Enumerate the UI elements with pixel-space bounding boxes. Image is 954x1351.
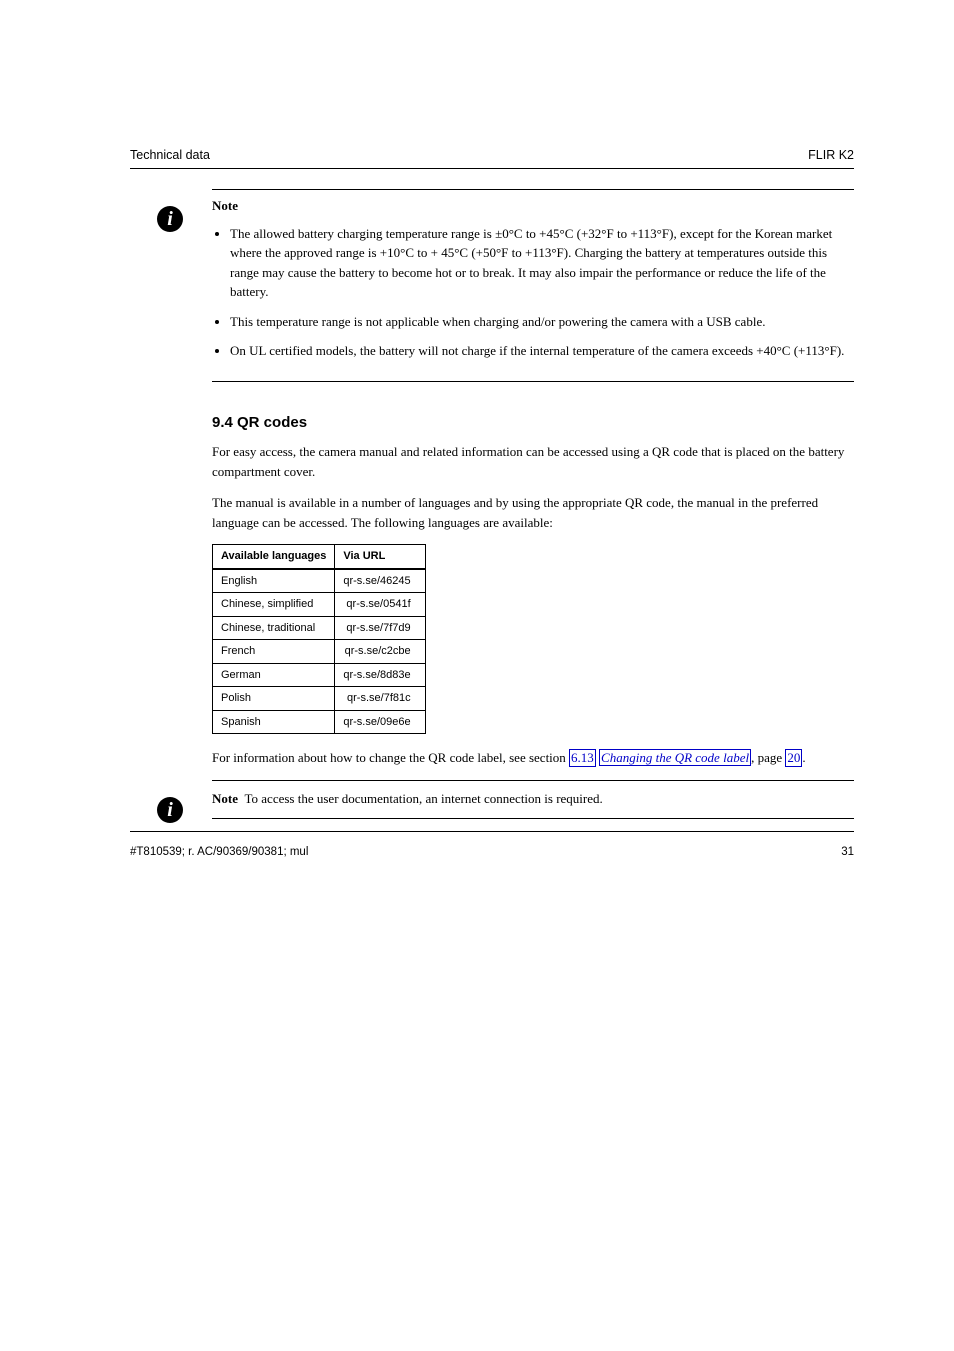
info-icon: i (157, 797, 183, 823)
note-list-item: On UL certified models, the battery will… (230, 341, 854, 361)
table-cell-language: English (213, 569, 335, 593)
page-ref-link[interactable]: 20 (785, 749, 802, 767)
table-row: Spanishqr-s.se/09e6e (213, 710, 426, 734)
footer-rule (130, 831, 854, 832)
page-footer: #T810539; r. AC/90369/90381; mul 31 (130, 842, 854, 858)
table-header-languages: Available languages (213, 545, 335, 569)
section-intro: For easy access, the camera manual and r… (212, 442, 854, 481)
info-icon: i (157, 206, 183, 232)
table-row: Germanqr-s.se/8d83e (213, 663, 426, 687)
xref-suffix: . (802, 750, 805, 765)
note-list: The allowed battery charging temperature… (212, 224, 854, 361)
cross-reference-paragraph: For information about how to change the … (212, 748, 854, 768)
note-block-battery: i Note The allowed battery charging temp… (212, 189, 854, 382)
section-heading: 9.4 QR codes (212, 412, 854, 435)
table-cell-url: qr-s.se/09e6e (335, 710, 425, 734)
table-cell-url: qr-s.se/0541f (335, 593, 425, 617)
qr-languages-table: Available languages Via URL Englishqr-s.… (212, 544, 426, 734)
note-label: Note (212, 791, 238, 806)
table-cell-url: qr-s.se/7f7d9 (335, 616, 425, 640)
content-area: i Note The allowed battery charging temp… (130, 189, 854, 819)
xref-page-label: , page (751, 750, 785, 765)
note-text: To access the user documentation, an int… (245, 791, 603, 806)
xref-prefix: For information about how to change the … (212, 750, 569, 765)
table-cell-url: qr-s.se/c2cbe (335, 640, 425, 664)
note-list-item: This temperature range is not applicable… (230, 312, 854, 332)
footer-page-number: 31 (841, 846, 854, 858)
page-header: Technical data FLIR K2 (130, 148, 854, 168)
table-cell-url: qr-s.se/8d83e (335, 663, 425, 687)
note-block-internet: i Note To access the user documentation,… (212, 780, 854, 820)
table-row: Chinese, traditionalqr-s.se/7f7d9 (213, 616, 426, 640)
header-left: Technical data (130, 148, 210, 162)
table-cell-language: French (213, 640, 335, 664)
table-cell-language: Chinese, traditional (213, 616, 335, 640)
table-cell-language: Polish (213, 687, 335, 711)
table-header-row: Available languages Via URL (213, 545, 426, 569)
table-cell-language: Spanish (213, 710, 335, 734)
section-ref-link[interactable]: 6.13 (569, 749, 596, 767)
note-label: Note (212, 198, 238, 213)
table-cell-url: qr-s.se/7f81c (335, 687, 425, 711)
table-row: Englishqr-s.se/46245 (213, 569, 426, 593)
table-cell-language: Chinese, simplified (213, 593, 335, 617)
table-row: Polishqr-s.se/7f81c (213, 687, 426, 711)
header-right: FLIR K2 (808, 148, 854, 162)
table-cell-language: German (213, 663, 335, 687)
header-rule (130, 168, 854, 169)
table-row: Chinese, simplifiedqr-s.se/0541f (213, 593, 426, 617)
section-body: The manual is available in a number of l… (212, 493, 854, 532)
table-header-url: Via URL (335, 545, 425, 569)
note-list-item: The allowed battery charging temperature… (230, 224, 854, 302)
table-row: Frenchqr-s.se/c2cbe (213, 640, 426, 664)
table-cell-url: qr-s.se/46245 (335, 569, 425, 593)
footer-left: #T810539; r. AC/90369/90381; mul (130, 846, 308, 858)
section-title-link[interactable]: Changing the QR code label (599, 749, 751, 766)
